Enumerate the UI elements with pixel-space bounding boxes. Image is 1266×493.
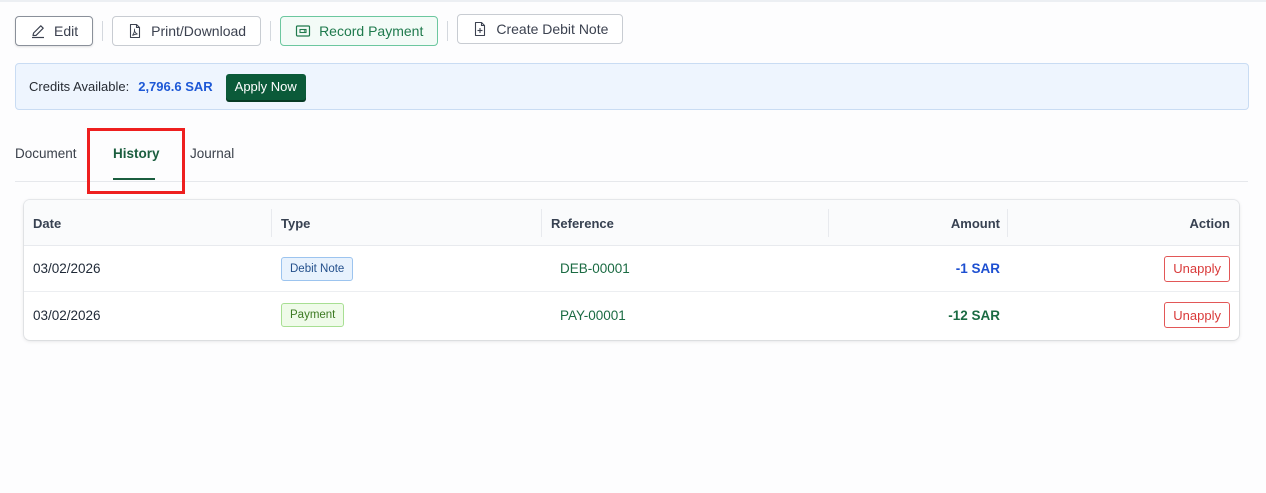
credits-label: Credits Available: [29,79,130,94]
toolbar-divider [102,21,104,41]
column-header-date: Date [24,200,272,246]
tab-document[interactable]: Document [15,146,77,161]
edit-button[interactable]: Edit [15,16,94,46]
pencil-icon [30,23,46,39]
column-header-action: Action [1189,215,1230,231]
table-header: Date Type Reference Amount Action [24,200,1239,246]
file-plus-icon [472,21,488,37]
reference-link[interactable]: PAY-00001 [560,308,626,323]
credits-amount: 2,796.6 SAR [138,79,213,94]
history-table: Date Type Reference Amount Action 03/02/… [24,200,1239,340]
print-download-label: Print/Download [151,23,247,39]
cell-reference: DEB-00001 [542,246,829,292]
tab-journal[interactable]: Journal [190,146,234,161]
table-row: 03/02/2026 Payment PAY-00001 -12 SAR Una… [24,292,1239,338]
unapply-button[interactable]: Unapply [1164,302,1230,328]
toolbar-divider [447,21,449,41]
cell-action: Unapply [1008,292,1239,338]
column-header-reference: Reference [542,200,829,246]
toolbar-divider [270,21,272,41]
unapply-button[interactable]: Unapply [1164,255,1230,282]
reference-link[interactable]: DEB-00001 [560,261,630,276]
record-payment-button[interactable]: Record Payment [280,16,439,46]
credits-banner: Credits Available: 2,796.6 SAR Apply Now [15,63,1249,110]
type-badge-debit-note: Debit Note [281,256,354,281]
cell-reference: PAY-00001 [542,292,829,338]
toolbar: Edit Print/Download Record Payment Creat… [15,14,624,47]
apply-now-button[interactable]: Apply Now [225,73,306,100]
wallet-icon [295,23,311,39]
cell-date: 03/02/2026 [33,261,101,276]
tab-bar: Document History Journal [15,128,1248,182]
cell-amount: -1 SAR [829,246,1008,292]
amount-value: -1 SAR [955,261,1000,276]
cell-type: Payment [272,292,542,338]
record-payment-label: Record Payment [319,23,424,39]
column-header-amount: Amount [829,200,1008,246]
amount-value: -12 SAR [948,307,1000,323]
create-debit-note-label: Create Debit Note [496,21,609,37]
column-header-type: Type [272,200,542,246]
print-download-button[interactable]: Print/Download [112,16,262,46]
cell-action: Unapply [1008,246,1239,292]
pdf-file-icon [127,23,143,39]
table-row: 03/02/2026 Debit Note DEB-00001 -1 SAR U… [24,246,1239,292]
edit-button-label: Edit [54,23,79,39]
cell-date: 03/02/2026 [33,307,101,323]
create-debit-note-button[interactable]: Create Debit Note [457,14,624,44]
type-badge-payment: Payment [281,303,345,327]
cell-type: Debit Note [272,246,542,292]
annotation-highlight-box [87,128,185,194]
top-border [0,0,1266,2]
cell-amount: -12 SAR [829,292,1008,338]
